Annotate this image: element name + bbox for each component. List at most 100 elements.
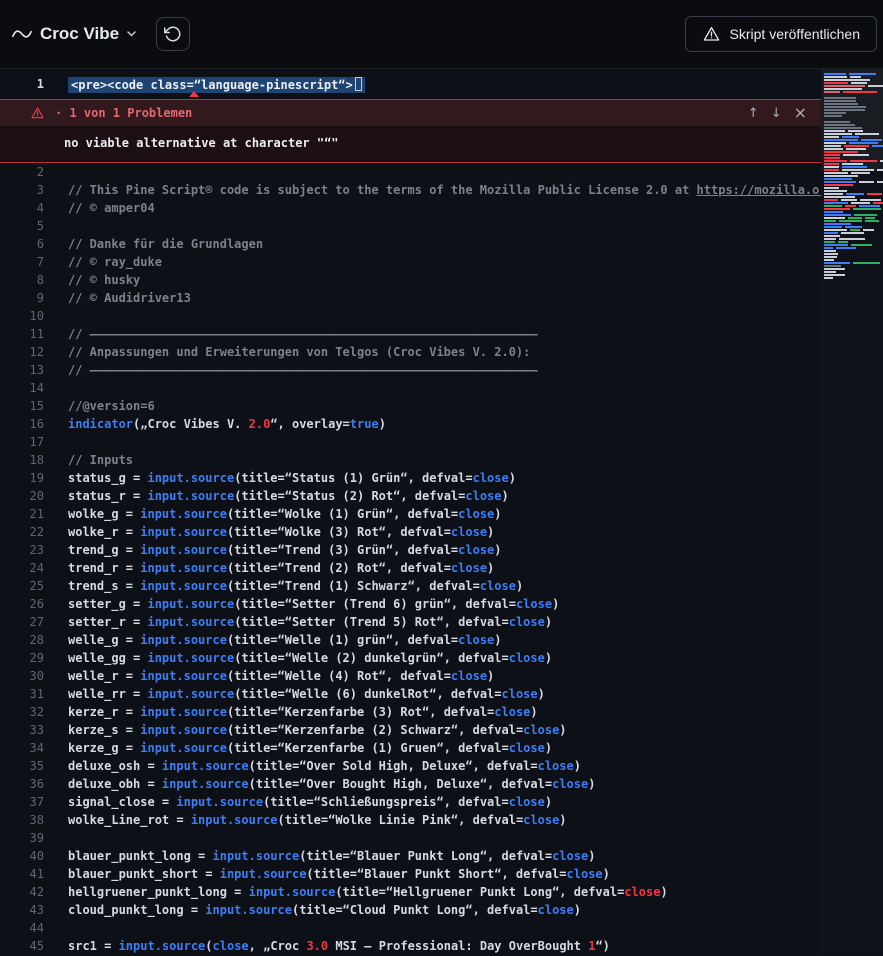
line-number[interactable]: 9 [0, 289, 44, 307]
code-line[interactable]: 13// ———————————————————————————————————… [0, 361, 821, 379]
line-number[interactable]: 1 [0, 75, 44, 93]
line-number[interactable]: 4 [0, 199, 44, 217]
line-number[interactable]: 37 [0, 793, 44, 811]
code-line[interactable]: 24trend_r = input.source(title=“Trend (2… [0, 559, 821, 577]
code-line[interactable]: 31welle_rr = input.source(title=“Welle (… [0, 685, 821, 703]
line-number[interactable]: 2 [0, 163, 44, 181]
code-line[interactable]: 38wolke_Line_rot = input.source(title=“W… [0, 811, 821, 829]
line-number[interactable]: 32 [0, 703, 44, 721]
line-number[interactable]: 38 [0, 811, 44, 829]
code-line[interactable]: 29welle_gg = input.source(title=“Welle (… [0, 649, 821, 667]
line-number[interactable]: 18 [0, 451, 44, 469]
code-line[interactable]: 41blauer_punkt_short = input.source(titl… [0, 865, 821, 883]
code-line[interactable]: 37signal_close = input.source(title=“Sch… [0, 793, 821, 811]
code-line[interactable]: 4// © amper04 [0, 199, 821, 217]
code-line[interactable]: 5 [0, 217, 821, 235]
code-line[interactable]: 27setter_r = input.source(title=“Setter … [0, 613, 821, 631]
code-line[interactable]: 16indicator(„Croc Vibes V. 2.0“, overlay… [0, 415, 821, 433]
line-number[interactable]: 3 [0, 181, 44, 199]
code-line[interactable]: 14 [0, 379, 821, 397]
line-number[interactable]: 35 [0, 757, 44, 775]
line-number[interactable]: 33 [0, 721, 44, 739]
line-number[interactable]: 23 [0, 541, 44, 559]
line-number[interactable]: 41 [0, 865, 44, 883]
code-line[interactable]: 12// Anpassungen und Erweiterungen von T… [0, 343, 821, 361]
code-line[interactable]: 19status_g = input.source(title=“Status … [0, 469, 821, 487]
code-line[interactable]: 11// ———————————————————————————————————… [0, 325, 821, 343]
line-number[interactable]: 21 [0, 505, 44, 523]
code-line[interactable]: 3// This Pine Script® code is subject to… [0, 181, 821, 199]
next-problem-button[interactable]: ↓ [771, 107, 782, 120]
minimap-line [822, 118, 883, 120]
code-line[interactable]: 9// © Audidriver13 [0, 289, 821, 307]
close-panel-button[interactable]: × [794, 105, 807, 121]
code-line[interactable]: 8// © husky [0, 271, 821, 289]
line-number[interactable]: 45 [0, 937, 44, 955]
code-line[interactable]: 25trend_s = input.source(title=“Trend (1… [0, 577, 821, 595]
code-line[interactable]: 28welle_g = input.source(title=“Welle (1… [0, 631, 821, 649]
prev-problem-button[interactable]: ↑ [748, 107, 759, 120]
script-title-menu[interactable]: Croc Vibe [12, 24, 136, 44]
code-editor[interactable]: 1<pre><code class=“language-pinescript“>… [0, 69, 821, 955]
code-line[interactable]: 18// Inputs [0, 451, 821, 469]
line-number[interactable]: 8 [0, 271, 44, 289]
code-line[interactable]: 2 [0, 163, 821, 181]
line-number[interactable]: 17 [0, 433, 44, 451]
line-number[interactable]: 30 [0, 667, 44, 685]
refresh-button[interactable] [156, 17, 190, 51]
line-number[interactable]: 12 [0, 343, 44, 361]
line-number[interactable]: 6 [0, 235, 44, 253]
code-line[interactable]: 7// © ray_duke [0, 253, 821, 271]
code-line[interactable]: 23trend_g = input.source(title=“Trend (3… [0, 541, 821, 559]
code-line[interactable]: 6// Danke für die Grundlagen [0, 235, 821, 253]
publish-script-button[interactable]: Skript veröffentlichen [685, 16, 877, 52]
code-line[interactable]: 36deluxe_obh = input.source(title=“Over … [0, 775, 821, 793]
line-number[interactable]: 25 [0, 577, 44, 595]
line-number[interactable]: 7 [0, 253, 44, 271]
code-line[interactable]: 35deluxe_osh = input.source(title=“Over … [0, 757, 821, 775]
code-line[interactable]: 10 [0, 307, 821, 325]
line-number[interactable]: 24 [0, 559, 44, 577]
line-number[interactable]: 29 [0, 649, 44, 667]
code-line[interactable]: 40blauer_punkt_long = input.source(title… [0, 847, 821, 865]
code-line[interactable]: 33kerze_s = input.source(title=“Kerzenfa… [0, 721, 821, 739]
code-line[interactable]: 17 [0, 433, 821, 451]
code-line[interactable]: 26setter_g = input.source(title=“Setter … [0, 595, 821, 613]
line-number[interactable]: 13 [0, 361, 44, 379]
line-number[interactable]: 40 [0, 847, 44, 865]
line-number[interactable]: 28 [0, 631, 44, 649]
code-line[interactable]: 15//@version=6 [0, 397, 821, 415]
line-number[interactable]: 34 [0, 739, 44, 757]
code-line[interactable]: 1<pre><code class=“language-pinescript“> [0, 75, 821, 93]
line-number[interactable]: 22 [0, 523, 44, 541]
code-line[interactable]: 45src1 = input.source(close, „Croc 3.0 M… [0, 937, 821, 955]
line-number[interactable]: 19 [0, 469, 44, 487]
line-number[interactable]: 42 [0, 883, 44, 901]
line-number[interactable]: 5 [0, 217, 44, 235]
line-number[interactable]: 27 [0, 613, 44, 631]
minimap-line [822, 223, 883, 225]
line-number[interactable]: 44 [0, 919, 44, 937]
code-line[interactable]: 42hellgruener_punkt_long = input.source(… [0, 883, 821, 901]
line-number[interactable]: 43 [0, 901, 44, 919]
code-line[interactable]: 34kerze_g = input.source(title=“Kerzenfa… [0, 739, 821, 757]
code-line[interactable]: 43cloud_punkt_long = input.source(title=… [0, 901, 821, 919]
minimap[interactable] [821, 69, 883, 955]
code-line[interactable]: 22wolke_r = input.source(title=“Wolke (3… [0, 523, 821, 541]
line-number[interactable]: 36 [0, 775, 44, 793]
line-number[interactable]: 10 [0, 307, 44, 325]
code-line[interactable]: 39 [0, 829, 821, 847]
line-number[interactable]: 16 [0, 415, 44, 433]
code-line[interactable]: 44 [0, 919, 821, 937]
line-number[interactable]: 39 [0, 829, 44, 847]
code-line[interactable]: 20status_r = input.source(title=“Status … [0, 487, 821, 505]
line-number[interactable]: 15 [0, 397, 44, 415]
line-number[interactable]: 31 [0, 685, 44, 703]
line-number[interactable]: 14 [0, 379, 44, 397]
line-number[interactable]: 26 [0, 595, 44, 613]
code-line[interactable]: 32kerze_r = input.source(title=“Kerzenfa… [0, 703, 821, 721]
code-line[interactable]: 30welle_r = input.source(title=“Welle (4… [0, 667, 821, 685]
code-line[interactable]: 21wolke_g = input.source(title=“Wolke (1… [0, 505, 821, 523]
line-number[interactable]: 20 [0, 487, 44, 505]
line-number[interactable]: 11 [0, 325, 44, 343]
